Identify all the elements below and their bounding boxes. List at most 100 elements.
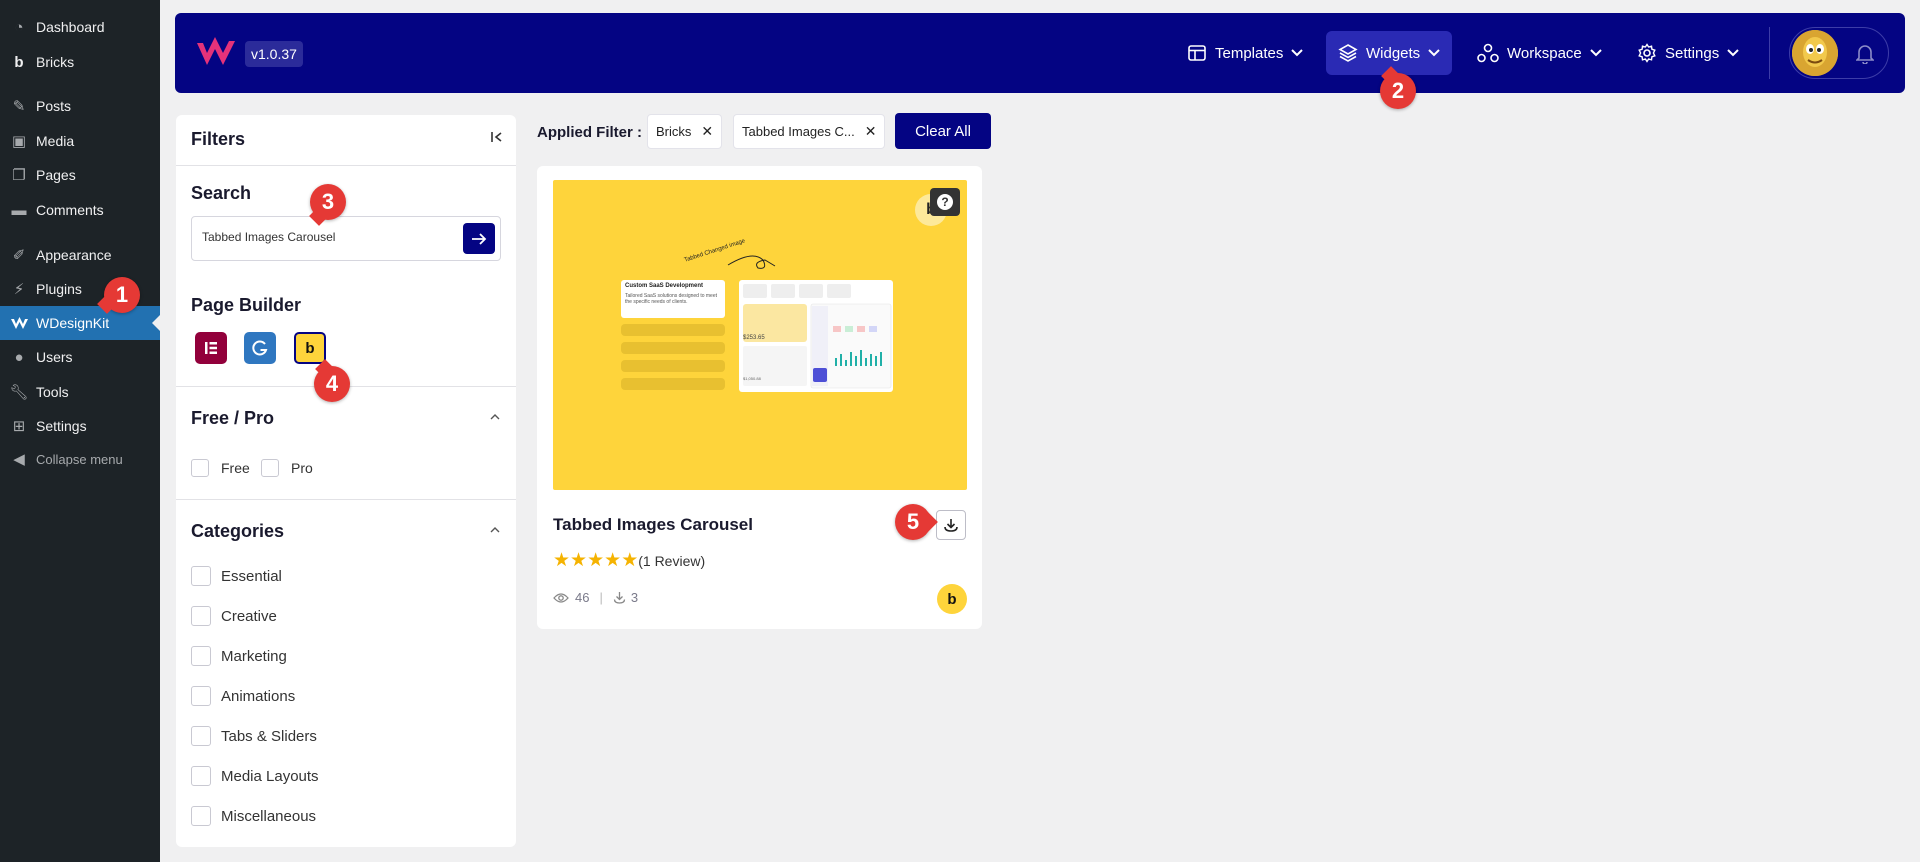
- wp-menu-label: Pages: [36, 167, 76, 183]
- pro-checkbox[interactable]: Pro: [261, 459, 313, 477]
- elementor-builder-button[interactable]: [195, 332, 227, 364]
- wp-menu-tools[interactable]: 🔧︎ Tools: [0, 375, 160, 409]
- step-marker-1: 1: [104, 277, 140, 313]
- category-media-layouts[interactable]: Media Layouts: [191, 766, 319, 786]
- wp-collapse-menu[interactable]: ◀ Collapse menu: [0, 442, 160, 476]
- checkbox-label: Miscellaneous: [221, 807, 317, 825]
- elementor-icon: [205, 342, 217, 354]
- category-marketing[interactable]: Marketing: [191, 646, 287, 666]
- search-input[interactable]: [202, 230, 442, 244]
- checkbox-label: Marketing: [221, 647, 287, 665]
- checkbox[interactable]: [191, 606, 211, 626]
- svg-text:$253.65: $253.65: [743, 335, 765, 341]
- download-button[interactable]: [936, 510, 966, 540]
- wp-menu-comments[interactable]: ▬ Comments: [0, 193, 160, 227]
- search-field[interactable]: [191, 216, 501, 261]
- chip-label: Bricks: [656, 124, 692, 139]
- bricks-builder-button[interactable]: b: [294, 332, 326, 364]
- eye-icon: [553, 592, 569, 603]
- wp-menu-label: WDesignKit: [36, 315, 110, 331]
- category-tabs-sliders[interactable]: Tabs & Sliders: [191, 726, 317, 746]
- svg-text:$1,050.88: $1,050.88: [743, 376, 762, 381]
- marker-number: 1: [115, 282, 129, 307]
- bell-icon[interactable]: [1856, 44, 1874, 64]
- category-essential[interactable]: Essential: [191, 566, 282, 586]
- wp-menu-users[interactable]: ● Users: [0, 340, 160, 374]
- wp-menu-label: Tools: [36, 384, 69, 400]
- wp-menu-media[interactable]: ▣ Media: [0, 124, 160, 158]
- step-marker-2: 2: [1380, 73, 1416, 109]
- widget-card[interactable]: $253.65 $1,050.88 Tabbed Changed image C…: [537, 166, 982, 629]
- search-submit-button[interactable]: [463, 223, 495, 254]
- category-creative[interactable]: Creative: [191, 606, 277, 626]
- close-icon[interactable]: ✕: [701, 123, 713, 140]
- checkbox[interactable]: [191, 686, 211, 706]
- wp-admin-sidebar: ◔ Dashboard b Bricks ✎ Posts ▣ Media ❐ Pages …: [0, 0, 160, 862]
- gutenberg-builder-button[interactable]: [244, 332, 276, 364]
- help-icon[interactable]: ?: [930, 188, 960, 216]
- wp-menu-label: Comments: [36, 202, 104, 218]
- avatar[interactable]: [1792, 30, 1838, 76]
- widget-preview-image[interactable]: $253.65 $1,050.88 Tabbed Changed image C…: [553, 180, 967, 490]
- step-marker-3: 3: [310, 184, 346, 220]
- collapse-panel-icon[interactable]: [490, 130, 504, 144]
- wp-menu-pages[interactable]: ❐ Pages: [0, 158, 160, 192]
- filter-chip-search: Tabbed Images C... ✕: [733, 114, 886, 149]
- checkbox[interactable]: [191, 806, 211, 826]
- wp-menu-wdesignkit[interactable]: WDesignKit: [0, 306, 160, 340]
- wp-menu-posts[interactable]: ✎ Posts: [0, 89, 160, 123]
- arrow-right-icon: [472, 232, 487, 245]
- wp-menu-label: Plugins: [36, 281, 82, 297]
- star-icon: ★: [621, 550, 639, 571]
- comments-icon: ▬: [11, 201, 27, 219]
- user-icon: ●: [14, 348, 24, 366]
- step-marker-4: 4: [314, 366, 350, 402]
- widget-title[interactable]: Tabbed Images Carousel: [553, 515, 753, 535]
- close-icon[interactable]: ✕: [865, 123, 877, 140]
- nav-templates[interactable]: Templates: [1175, 31, 1315, 75]
- checkbox[interactable]: [191, 766, 211, 786]
- checkbox[interactable]: [191, 459, 209, 477]
- checkbox[interactable]: [191, 726, 211, 746]
- checkbox[interactable]: [191, 566, 211, 586]
- category-animations[interactable]: Animations: [191, 686, 295, 706]
- wdesignkit-logo[interactable]: [195, 37, 237, 69]
- page-builder-heading: Page Builder: [191, 295, 302, 315]
- clear-all-button[interactable]: Clear All: [895, 113, 991, 149]
- widget-stats: 46 | 3: [553, 590, 638, 605]
- nav-label: Templates: [1215, 44, 1284, 62]
- wp-menu-appearance[interactable]: ✐ Appearance: [0, 238, 160, 272]
- step-marker-5: 5: [895, 504, 931, 540]
- categories-heading: Categories: [191, 521, 285, 541]
- chevron-up-icon[interactable]: [489, 526, 501, 534]
- wp-menu-dashboard[interactable]: ◔ Dashboard: [0, 10, 160, 44]
- category-miscellaneous[interactable]: Miscellaneous: [191, 806, 316, 826]
- user-menu[interactable]: [1789, 27, 1889, 79]
- workspace-icon: [1477, 43, 1499, 63]
- download-count-icon: [613, 592, 626, 604]
- checkbox-label: Pro: [291, 460, 313, 476]
- checkbox[interactable]: [191, 646, 211, 666]
- nav-settings[interactable]: Settings: [1625, 31, 1751, 75]
- bricks-icon: b: [305, 339, 315, 357]
- wrench-icon: 🔧︎: [9, 384, 29, 401]
- wp-menu-label: Bricks: [36, 54, 75, 70]
- marker-number: 4: [325, 371, 339, 396]
- marker-number: 3: [321, 189, 335, 214]
- checkbox[interactable]: [261, 459, 279, 477]
- preview-panel-title: Custom SaaS Development: [625, 283, 704, 289]
- nav-workspace[interactable]: Workspace: [1465, 31, 1614, 75]
- star-icon: ★: [604, 550, 622, 571]
- filters-title: Filters: [191, 129, 246, 149]
- wp-menu-label: Appearance: [36, 247, 112, 263]
- free-checkbox[interactable]: Free: [191, 459, 250, 477]
- marker-number: 5: [906, 509, 920, 534]
- wp-menu-bricks[interactable]: b Bricks: [0, 45, 160, 79]
- chevron-up-icon[interactable]: [489, 413, 501, 421]
- marker-number: 2: [1391, 78, 1405, 103]
- stats-separator: |: [599, 590, 603, 605]
- download-count: 3: [630, 590, 639, 605]
- dashboard-icon: ◔: [14, 18, 24, 36]
- wp-menu-label: Media: [36, 133, 75, 149]
- wp-menu-settings[interactable]: ⊞ Settings: [0, 409, 160, 443]
